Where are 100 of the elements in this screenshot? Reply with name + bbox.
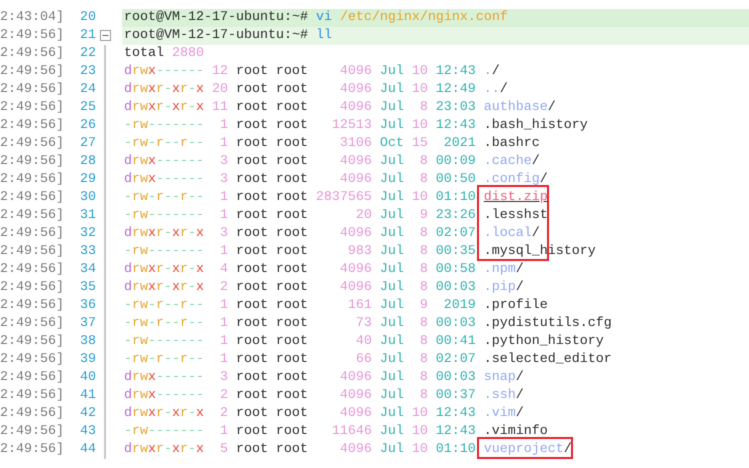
day: 8: [412, 99, 428, 117]
modified-time: 00:03: [436, 279, 476, 297]
total-value: 2880: [172, 45, 204, 63]
month: Jul: [380, 189, 404, 207]
permissions: -rw-r--r--: [124, 315, 204, 333]
group: root: [276, 207, 308, 225]
file-size: 20: [354, 207, 372, 225]
modified-time: 01:10: [436, 441, 476, 459]
file-size: 3106: [338, 135, 372, 153]
modified-time: 2019: [442, 297, 476, 315]
owner: root: [236, 153, 268, 171]
day: 8: [412, 153, 428, 171]
owner: root: [236, 405, 268, 423]
group: root: [276, 369, 308, 387]
file-name: .ssh/: [484, 387, 524, 405]
line-number: 41: [79, 387, 96, 405]
group: root: [276, 117, 308, 135]
group: root: [276, 441, 308, 459]
modified-time: 02:07: [436, 225, 476, 243]
link-count: 2: [218, 279, 228, 297]
owner: root: [236, 63, 268, 81]
month: Jul: [380, 279, 404, 297]
link-count: 5: [218, 441, 228, 459]
shell-prompt: root@VM-12-17-ubuntu:~#: [124, 27, 308, 45]
permissions: drwxr-xr-x: [124, 279, 204, 297]
group: root: [276, 171, 308, 189]
permissions: drwxr-xr-x: [124, 441, 204, 459]
owner: root: [236, 369, 268, 387]
timestamp: 2:49:56]: [0, 261, 64, 279]
day: 9: [412, 207, 428, 225]
line-number: 44: [79, 441, 96, 459]
timestamp: 2:49:56]: [0, 369, 64, 387]
month: Jul: [380, 225, 404, 243]
owner: root: [236, 351, 268, 369]
month: Jul: [380, 99, 404, 117]
fold-icon[interactable]: [100, 30, 111, 41]
file-name: .profile: [484, 297, 548, 315]
owner: root: [236, 333, 268, 351]
day: 8: [412, 279, 428, 297]
owner: root: [236, 171, 268, 189]
owner: root: [236, 81, 268, 99]
line-number: 40: [79, 369, 96, 387]
line-number: 31: [79, 207, 96, 225]
modified-time: 00:50: [436, 171, 476, 189]
group: root: [276, 351, 308, 369]
permissions: drwx------: [124, 387, 204, 405]
link-count: 1: [218, 117, 228, 135]
line-number: 42: [79, 405, 96, 423]
month: Jul: [380, 207, 404, 225]
permissions: -rw-r--r--: [124, 135, 204, 153]
line-number: 28: [79, 153, 96, 171]
total-label: total: [124, 45, 164, 63]
file-size: 4096: [338, 225, 372, 243]
modified-time: 00:09: [436, 153, 476, 171]
file-name: vueproject/: [484, 441, 572, 459]
line-number: 43: [79, 423, 96, 441]
timestamp: 2:49:56]: [0, 117, 64, 135]
group: root: [276, 81, 308, 99]
shell-prompt: root@VM-12-17-ubuntu:~#: [124, 9, 308, 27]
file-size: 4096: [338, 405, 372, 423]
month: Jul: [380, 423, 404, 441]
day: 8: [412, 369, 428, 387]
timestamp: 2:49:56]: [0, 351, 64, 369]
link-count: 3: [218, 171, 228, 189]
line-number: 32: [79, 225, 96, 243]
link-count: 3: [218, 153, 228, 171]
file-name: .local/: [484, 225, 540, 243]
permissions: -rw-------: [124, 333, 204, 351]
month: Jul: [380, 441, 404, 459]
day: 8: [412, 243, 428, 261]
file-name: .viminfo: [484, 423, 548, 441]
permissions: drwxr-xr-x: [124, 99, 204, 117]
link-count: 20: [212, 81, 228, 99]
day: 10: [412, 405, 428, 423]
file-name: ./: [484, 63, 500, 81]
permissions: -rw-------: [124, 117, 204, 135]
file-name: snap/: [484, 369, 524, 387]
timestamp: 2:49:56]: [0, 27, 64, 45]
permissions: drwx------: [124, 63, 204, 81]
file-name: .pydistutils.cfg: [484, 315, 612, 333]
line-number: 25: [79, 99, 96, 117]
timestamp: 2:49:56]: [0, 441, 64, 459]
group: root: [276, 135, 308, 153]
owner: root: [236, 243, 268, 261]
timestamp: 2:49:56]: [0, 153, 64, 171]
modified-time: 12:49: [436, 81, 476, 99]
modified-time: 12:43: [436, 423, 476, 441]
file-size: 4096: [338, 261, 372, 279]
modified-time: 00:41: [436, 333, 476, 351]
day: 8: [412, 333, 428, 351]
timestamp: 2:49:56]: [0, 297, 64, 315]
permissions: drwxr-xr-x: [124, 225, 204, 243]
file-name: authbase/: [484, 99, 556, 117]
owner: root: [236, 423, 268, 441]
timestamp: 2:49:56]: [0, 333, 64, 351]
timestamp: 2:49:56]: [0, 279, 64, 297]
modified-time: 2021: [442, 135, 476, 153]
file-size: 4096: [338, 99, 372, 117]
month: Jul: [380, 351, 404, 369]
file-name: .pip/: [484, 279, 524, 297]
